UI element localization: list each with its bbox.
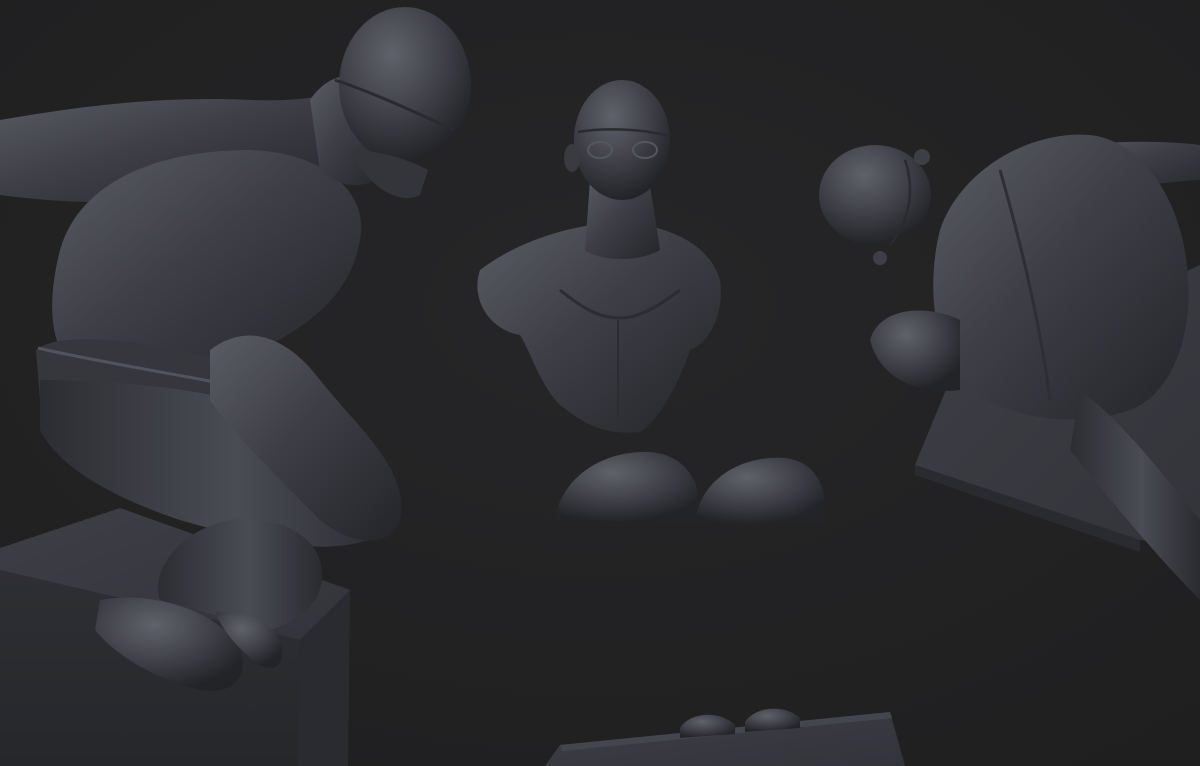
sculpt-viewport [0, 0, 1200, 766]
sculpt-render [0, 0, 1200, 766]
